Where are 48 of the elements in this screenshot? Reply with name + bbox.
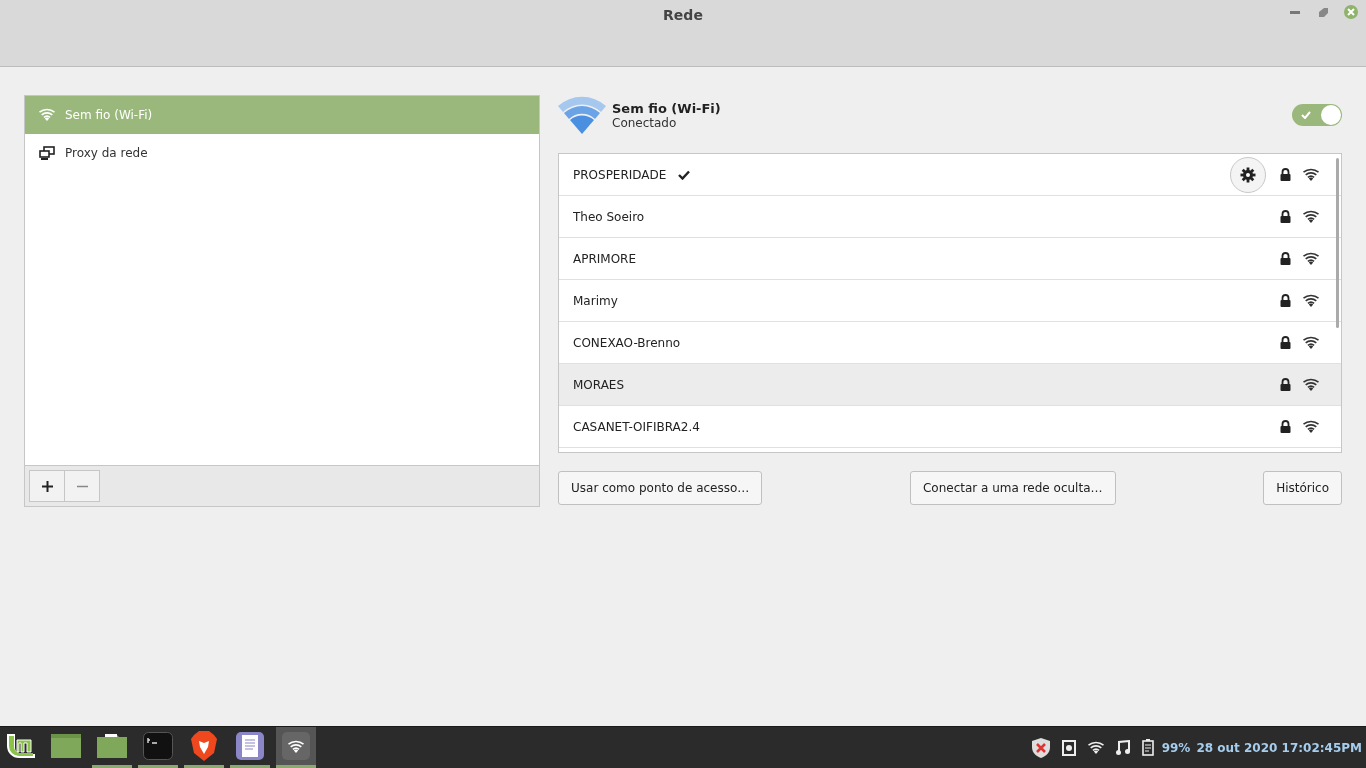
wifi-icon — [1303, 210, 1319, 223]
taskbar-app[interactable] — [276, 727, 316, 768]
terminal-icon — [143, 732, 173, 760]
lock-icon — [1280, 210, 1291, 223]
document-icon — [236, 732, 264, 760]
settings-icon — [1240, 166, 1256, 183]
wifi-toggle[interactable] — [1292, 104, 1342, 126]
action-button[interactable]: Usar como ponto de acesso… — [558, 471, 763, 505]
window-icon — [51, 734, 81, 758]
checkmark-icon — [1301, 111, 1311, 119]
add-button[interactable] — [29, 470, 65, 502]
battery-percentage: 99% — [1161, 740, 1191, 755]
wifi-icon — [1303, 420, 1319, 433]
wifi-icon — [39, 108, 55, 122]
clock[interactable]: 28 out 2020 17:02:45PM — [1196, 740, 1362, 755]
minimize-icon — [1290, 10, 1300, 14]
lock-icon — [1280, 420, 1291, 433]
lock-icon — [1280, 168, 1291, 181]
wifi-icon — [1303, 294, 1319, 307]
window-title: Rede — [663, 7, 703, 24]
scrollbar[interactable] — [1336, 158, 1339, 328]
folder-icon — [97, 734, 127, 758]
wifi-icon — [282, 732, 310, 760]
action-button[interactable]: Conectar a uma rede oculta… — [909, 471, 1116, 505]
network-row[interactable]: CASANET-OIFIBRA2.4 — [559, 406, 1341, 448]
wifi-icon — [1303, 336, 1319, 349]
lock-icon — [1280, 378, 1291, 391]
battery-icon[interactable] — [1141, 739, 1156, 756]
wifi-icon — [558, 96, 606, 134]
lock-icon — [1280, 294, 1291, 307]
computers-icon — [39, 146, 55, 160]
plus-icon — [41, 480, 53, 492]
wifi-icon — [1303, 378, 1319, 391]
network-row[interactable]: PROSPERIDADE — [559, 154, 1341, 196]
checkmark-icon — [678, 169, 691, 180]
shield-icon[interactable] — [1031, 737, 1050, 758]
wifi-icon — [1303, 168, 1319, 181]
music-note-icon[interactable] — [1115, 740, 1130, 755]
device-title: Sem fio (Wi-Fi) — [612, 100, 722, 116]
action-button[interactable]: Histórico — [1263, 471, 1342, 505]
network-row[interactable]: MORAES — [559, 364, 1341, 406]
settings-button[interactable] — [1230, 156, 1266, 193]
wifi-icon[interactable] — [1087, 741, 1104, 754]
device-status: Conectado — [612, 115, 678, 130]
lock-icon — [1280, 336, 1291, 349]
wifi-icon — [1303, 252, 1319, 265]
lock-icon — [1280, 252, 1291, 265]
sidebar-item[interactable]: Proxy da rede — [25, 134, 539, 172]
